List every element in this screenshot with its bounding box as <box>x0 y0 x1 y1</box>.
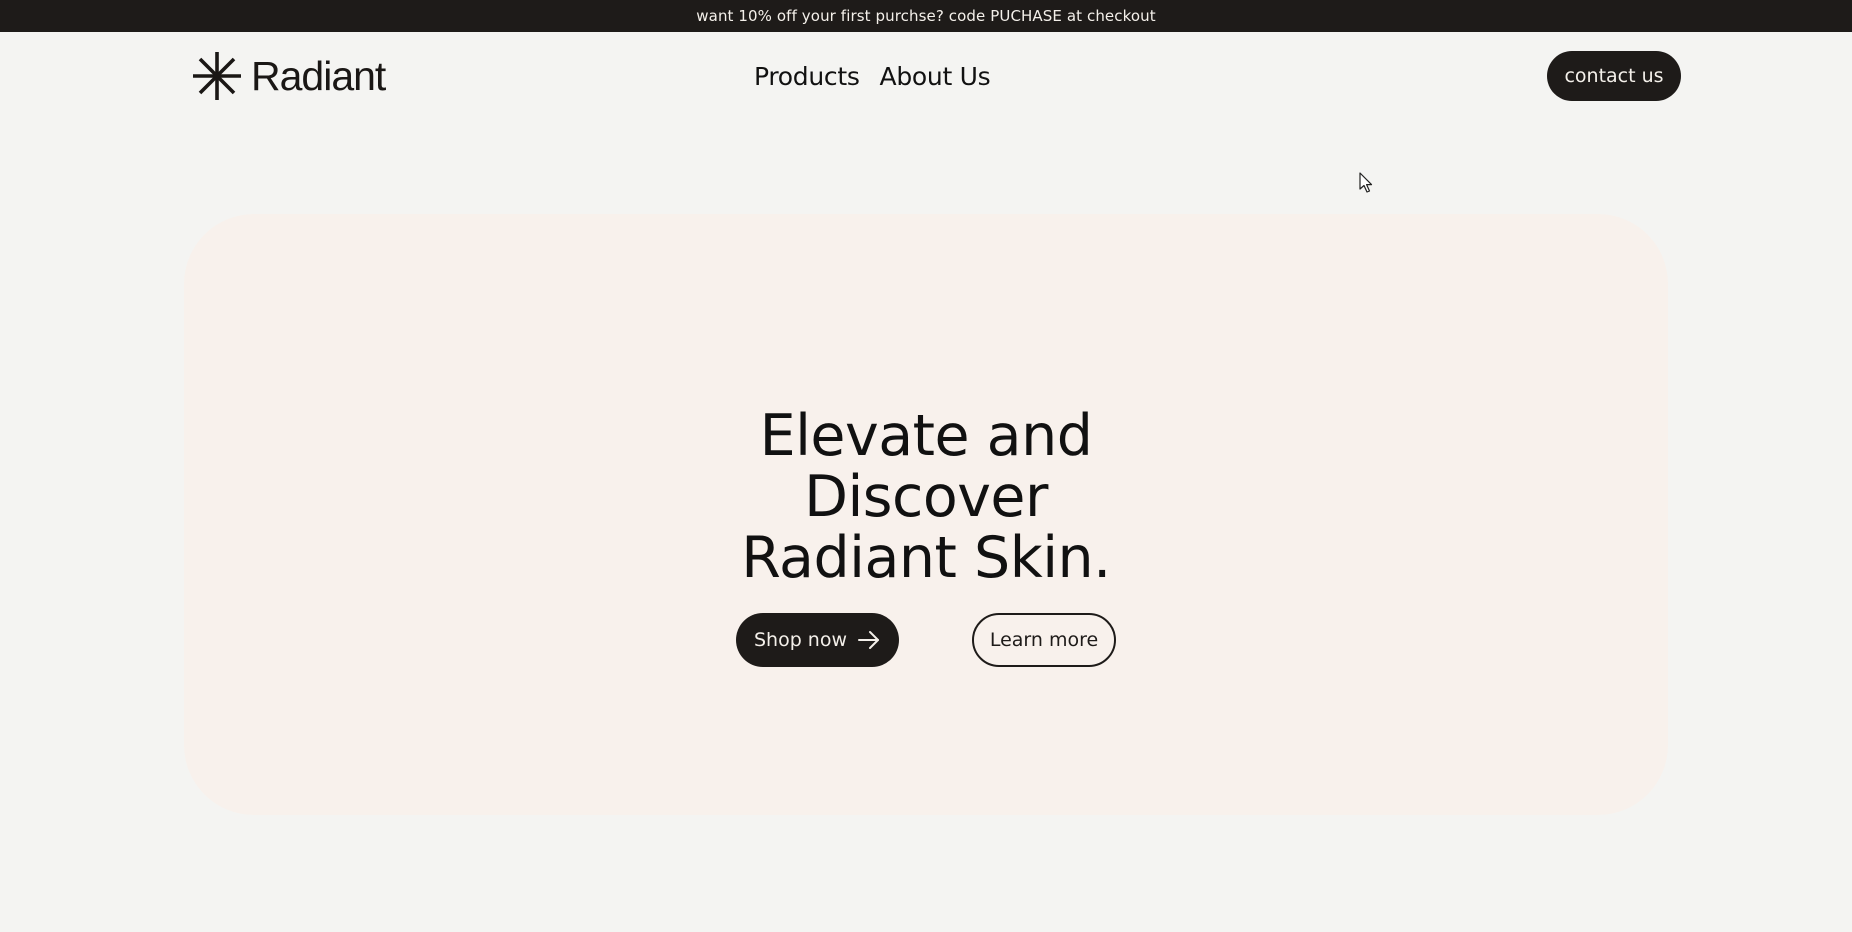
asterisk-burst-icon <box>193 52 241 100</box>
arrow-right-icon <box>858 631 880 649</box>
hero-title-line: Radiant Skin. <box>741 525 1111 591</box>
nav-link-about-us[interactable]: About Us <box>880 58 991 96</box>
logo-link[interactable]: Radiant <box>191 50 386 102</box>
learn-more-button[interactable]: Learn more <box>972 613 1116 667</box>
promo-banner: want 10% off your first purchse? code PU… <box>0 0 1852 32</box>
hero-title-line: Discover <box>804 464 1048 530</box>
hero-title: Elevate and Discover Radiant Skin. <box>184 406 1668 589</box>
hero-title-line: Elevate and <box>759 403 1093 469</box>
hero-section: Elevate and Discover Radiant Skin. Shop … <box>184 214 1668 815</box>
promo-text: want 10% off your first purchse? code PU… <box>696 7 1156 25</box>
shop-now-label: Shop now <box>753 629 848 651</box>
nav-link-products[interactable]: Products <box>754 58 860 96</box>
logo-text: Radiant <box>251 53 386 99</box>
contact-us-button[interactable]: contact us <box>1547 51 1681 101</box>
mouse-cursor-icon <box>1359 172 1373 193</box>
shop-now-button[interactable]: Shop now <box>736 613 899 667</box>
main-nav: Products About Us <box>754 58 991 96</box>
